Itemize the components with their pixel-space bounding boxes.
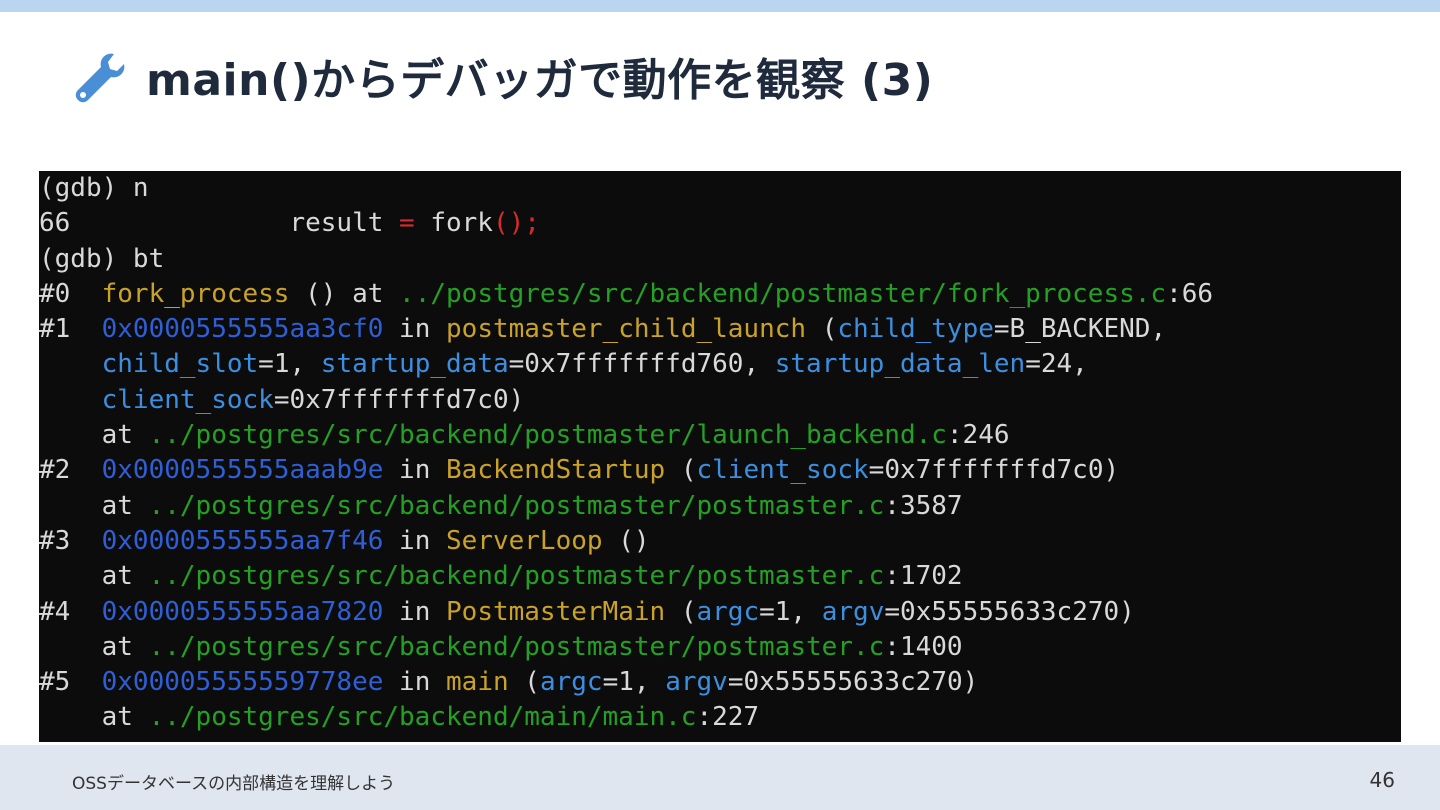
terminal-line: (gdb) n [39, 171, 1213, 206]
terminal-segment: in [383, 667, 447, 698]
terminal-segment: :3587 [884, 490, 963, 521]
footer-text: OSSデータベースの内部構造を理解しよう [72, 774, 396, 794]
terminal-segment: child_slot [101, 349, 259, 380]
terminal-segment: =24, [1025, 349, 1088, 380]
wrench-icon [75, 53, 125, 103]
terminal-segment: fork [414, 208, 493, 239]
terminal-line: 66 result = fork(); [39, 206, 1213, 241]
terminal-line: #3 0x0000555555aa7f46 in ServerLoop () [39, 524, 1213, 559]
terminal-segment: #1 [39, 314, 102, 345]
terminal-segment: 0x0000555555aa3cf0 [101, 314, 384, 345]
terminal-line: (gdb) bt [39, 242, 1213, 277]
terminal-segment [39, 349, 102, 379]
terminal-line: #2 0x0000555555aaab9e in BackendStartup … [39, 453, 1213, 488]
terminal-segment: (gdb) bt [39, 243, 165, 274]
terminal-segment [39, 385, 102, 415]
terminal-segment: 0x0000555555aa7820 [101, 596, 384, 627]
terminal-segment: ( [665, 455, 697, 486]
terminal-segment: startup_data_len [774, 349, 1026, 380]
terminal-segment: argv [665, 667, 728, 698]
terminal-segment: in [383, 455, 447, 486]
terminal-segment: client_sock [696, 455, 869, 486]
terminal-line: at ../postgres/src/backend/main/main.c:2… [39, 700, 1213, 735]
terminal-segment: 66 result [39, 208, 400, 239]
terminal-line: child_slot=1, startup_data=0x7fffffffd76… [39, 347, 1213, 382]
terminal-segment: in [383, 314, 447, 345]
title-row: main()からデバッガで動作を観察 (3) [70, 40, 933, 112]
terminal-segment: () [602, 525, 650, 556]
terminal-segment: fork_process [101, 278, 290, 309]
terminal-line: #0 fork_process () at ../postgres/src/ba… [39, 277, 1213, 312]
terminal-segment: at [39, 420, 149, 451]
terminal-segment: ../postgres/src/backend/postmaster/postm… [148, 490, 885, 521]
terminal-segment: #2 [39, 455, 102, 486]
terminal-segment: =1, [759, 596, 822, 627]
terminal-segment: argc [539, 667, 603, 698]
terminal-segment: ../postgres/src/backend/main/main.c [148, 702, 697, 733]
page-number: 46 [1369, 768, 1395, 792]
terminal-segment: 0x00005555559778ee [101, 667, 384, 698]
terminal-segment: =0x55555633c270) [884, 596, 1135, 627]
terminal-segment: at [39, 702, 149, 733]
gdb-terminal[interactable]: (gdb) n 66 result = fork(); (gdb) bt #0 for… [39, 171, 1401, 742]
terminal-segment: #5 [39, 667, 102, 698]
terminal-segment: =1, [602, 667, 666, 698]
terminal-segment: child_type [837, 314, 994, 345]
terminal-segment: (); [492, 208, 540, 239]
terminal-segment: ServerLoop [446, 525, 603, 556]
terminal-line: #5 0x00005555559778ee in main (argc=1, a… [39, 665, 1213, 700]
terminal-line: at ../postgres/src/backend/postmaster/po… [39, 630, 1213, 665]
terminal-segment: ( [806, 314, 838, 345]
terminal-segment: =1, [258, 349, 321, 380]
terminal-segment: PostmasterMain [446, 596, 666, 627]
terminal-segment: #3 [39, 525, 102, 556]
terminal-segment: :1702 [884, 561, 963, 592]
terminal-segment: argv [821, 596, 885, 627]
terminal-segment: = [399, 208, 415, 239]
terminal-segment: postmaster_child_launch [446, 314, 807, 345]
terminal-segment: :227 [696, 702, 760, 733]
terminal-segment: =0x55555633c270) [727, 667, 979, 698]
terminal-line: #4 0x0000555555aa7820 in PostmasterMain … [39, 595, 1213, 630]
terminal-segment: main [446, 667, 509, 698]
terminal-output: (gdb) n 66 result = fork(); (gdb) bt #0 for… [39, 171, 1213, 736]
terminal-segment: client_sock [101, 384, 274, 415]
terminal-line: #1 0x0000555555aa3cf0 in postmaster_chil… [39, 312, 1213, 347]
terminal-segment: () at [289, 278, 400, 309]
terminal-segment: BackendStartup [446, 455, 666, 486]
terminal-segment: ( [665, 596, 697, 627]
terminal-segment: at [39, 561, 149, 592]
terminal-segment: (gdb) n [39, 173, 149, 203]
terminal-segment: ( [508, 667, 540, 698]
terminal-segment: :66 [1166, 278, 1214, 309]
page-title: main()からデバッガで動作を観察 (3) [146, 55, 934, 106]
terminal-line: at ../postgres/src/backend/postmaster/po… [39, 489, 1213, 524]
terminal-segment: at [39, 490, 149, 521]
terminal-segment: ../postgres/src/backend/postmaster/postm… [148, 561, 885, 592]
terminal-segment: in [383, 525, 447, 556]
terminal-segment: =B_BACKEND, [993, 314, 1167, 345]
terminal-segment: 0x0000555555aa7f46 [101, 525, 384, 556]
terminal-segment: :1400 [884, 631, 963, 662]
terminal-segment: #4 [39, 596, 102, 627]
terminal-segment: in [383, 596, 447, 627]
terminal-segment: at [39, 631, 149, 662]
terminal-segment: =0x7fffffffd760, [508, 349, 775, 380]
terminal-segment: :246 [946, 420, 1010, 451]
terminal-segment: =0x7fffffffd7c0) [273, 384, 525, 415]
terminal-segment: argc [696, 596, 760, 627]
terminal-segment: =0x7fffffffd7c0) [868, 455, 1120, 486]
terminal-line: client_sock=0x7fffffffd7c0) [39, 383, 1213, 418]
terminal-segment: ../postgres/src/backend/postmaster/fork_… [399, 278, 1167, 309]
terminal-segment: 0x0000555555aaab9e [101, 455, 384, 486]
top-accent-bar [0, 0, 1440, 12]
terminal-segment: startup_data [320, 349, 509, 380]
terminal-line: at ../postgres/src/backend/postmaster/po… [39, 559, 1213, 594]
terminal-segment: ../postgres/src/backend/postmaster/launc… [148, 420, 947, 451]
terminal-segment: #0 [39, 278, 102, 309]
terminal-segment: ../postgres/src/backend/postmaster/postm… [148, 631, 885, 662]
terminal-line: at ../postgres/src/backend/postmaster/la… [39, 418, 1213, 453]
